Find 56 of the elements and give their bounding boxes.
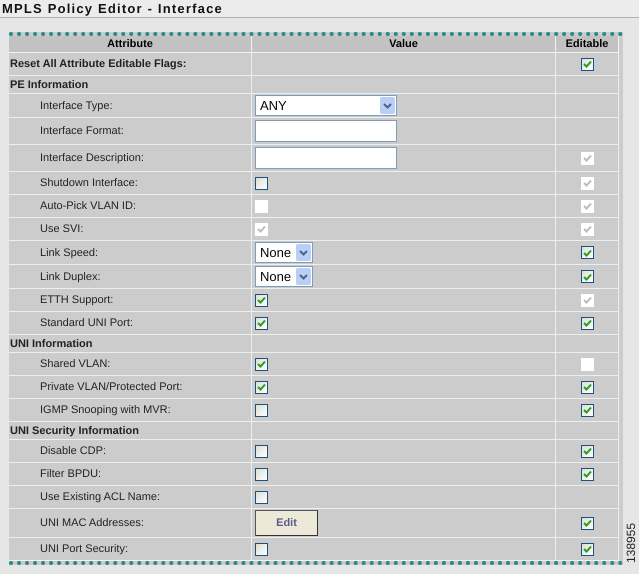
attribute-label: Interface Description: bbox=[40, 152, 144, 164]
checkbox[interactable] bbox=[255, 490, 268, 504]
attribute-label: Private VLAN/Protected Port: bbox=[40, 381, 182, 393]
attribute-label: Link Duplex: bbox=[40, 270, 101, 282]
attribute-label: Interface Type: bbox=[40, 100, 113, 112]
attribute-label: Interface Format: bbox=[40, 125, 124, 137]
section-heading: UNI Information bbox=[10, 338, 92, 350]
checkbox[interactable] bbox=[255, 468, 268, 480]
checkbox[interactable] bbox=[255, 404, 268, 416]
attribute-label: Use SVI: bbox=[40, 223, 84, 235]
dropdown[interactable]: None bbox=[255, 266, 313, 287]
dropdown[interactable]: None bbox=[255, 242, 313, 263]
attribute-label: Reset All Attribute Editable Flags: bbox=[10, 58, 186, 70]
attribute-label: Standard UNI Port: bbox=[40, 317, 133, 329]
checkbox[interactable] bbox=[580, 542, 594, 556]
text-field[interactable] bbox=[255, 147, 397, 169]
checkbox[interactable] bbox=[255, 542, 268, 556]
checkbox[interactable] bbox=[255, 176, 268, 190]
attribute-label: UNI Port Security: bbox=[40, 543, 128, 555]
section-heading: UNI Security Information bbox=[10, 424, 139, 436]
attribute-label: ETTH Support: bbox=[40, 294, 114, 306]
checkbox[interactable] bbox=[255, 316, 268, 330]
checkbox[interactable] bbox=[580, 380, 594, 394]
column-header: Attribute bbox=[9, 36, 252, 53]
section-heading: PE Information bbox=[10, 78, 88, 90]
attribute-label: UNI MAC Addresses: bbox=[40, 517, 144, 529]
checkbox[interactable] bbox=[580, 444, 594, 458]
checkbox[interactable] bbox=[255, 358, 268, 370]
edit-button[interactable]: Edit bbox=[255, 510, 318, 536]
checkbox[interactable] bbox=[580, 270, 594, 283]
caret-icon bbox=[296, 268, 311, 285]
checkbox[interactable] bbox=[580, 58, 594, 70]
checkbox[interactable] bbox=[255, 380, 268, 394]
attribute-label: Use Existing ACL Name: bbox=[40, 491, 160, 503]
checkbox[interactable] bbox=[580, 246, 594, 259]
dropdown[interactable]: ANY bbox=[255, 95, 397, 116]
text-field[interactable] bbox=[255, 120, 397, 142]
column-header: Value bbox=[252, 36, 556, 53]
caret-icon bbox=[380, 97, 395, 114]
attribute-label: Disable CDP: bbox=[40, 445, 106, 457]
attribute-label: Filter BPDU: bbox=[40, 468, 102, 480]
checkbox[interactable] bbox=[580, 316, 594, 330]
checkbox[interactable] bbox=[580, 404, 594, 416]
caret-icon bbox=[296, 244, 311, 261]
attribute-label: Shared VLAN: bbox=[40, 358, 110, 370]
attribute-label: Auto-Pick VLAN ID: bbox=[40, 200, 136, 212]
attribute-label: IGMP Snooping with MVR: bbox=[40, 404, 171, 416]
figure-id: 138955 bbox=[624, 522, 638, 564]
checkbox[interactable] bbox=[255, 444, 268, 458]
window-title: MPLS Policy Editor - Interface bbox=[2, 1, 223, 16]
column-header: Editable bbox=[556, 36, 619, 53]
checkbox[interactable] bbox=[580, 516, 594, 530]
attribute-label: Link Speed: bbox=[40, 246, 98, 258]
attribute-label: Shutdown Interface: bbox=[40, 177, 138, 189]
checkbox[interactable] bbox=[580, 468, 594, 480]
checkbox[interactable] bbox=[255, 294, 268, 306]
